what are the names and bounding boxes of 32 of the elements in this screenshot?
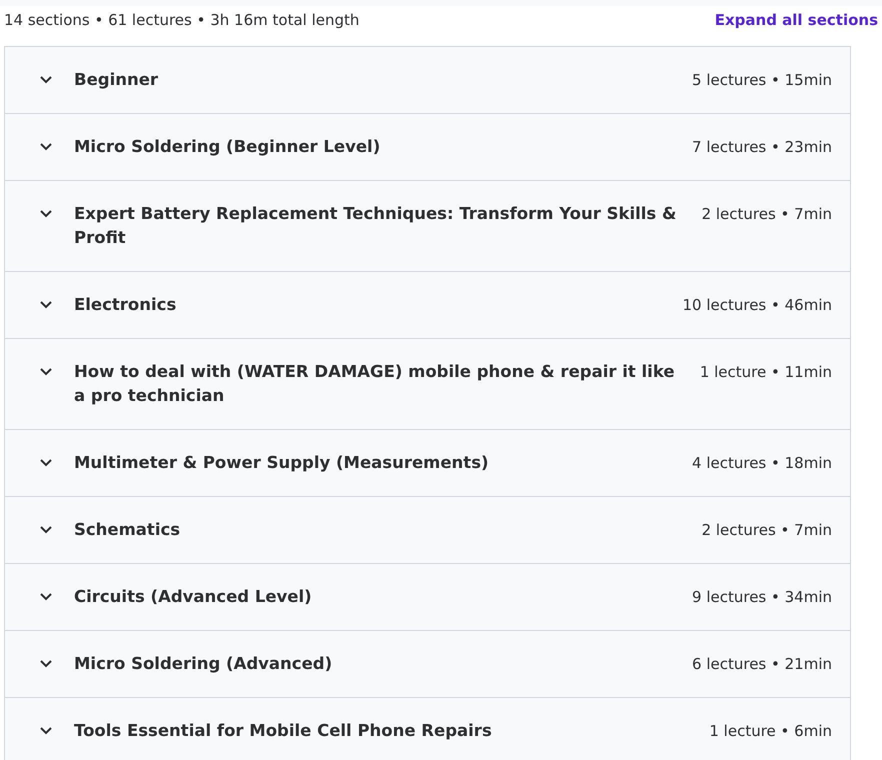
section-header[interactable]: Micro Soldering (Advanced) 6 lectures • 21min bbox=[5, 631, 850, 698]
section-header[interactable]: Circuits (Advanced Level) 9 lectures • 34min bbox=[5, 564, 850, 631]
section-meta: 1 lecture • 11min bbox=[700, 362, 832, 383]
section-header[interactable]: Beginner 5 lectures • 15min bbox=[5, 47, 850, 114]
section-header[interactable]: Electronics 10 lectures • 46min bbox=[5, 272, 850, 339]
section-meta: 9 lectures • 34min bbox=[692, 587, 832, 608]
section-header[interactable]: Expert Battery Replacement Techniques: Transform Your Skills & Profit 2 lectures • 7min bbox=[5, 181, 850, 272]
section-title: Micro Soldering (Beginner Level) bbox=[74, 136, 382, 158]
section-meta: 2 lectures • 7min bbox=[702, 204, 832, 225]
section-meta: 5 lectures • 15min bbox=[692, 70, 832, 91]
section-title: Expert Battery Replacement Techniques: Transform Your Skills & Profit bbox=[74, 203, 678, 249]
section-title: Multimeter & Power Supply (Measurements) bbox=[74, 452, 490, 474]
section-meta: 1 lecture • 6min bbox=[709, 721, 832, 742]
section-header[interactable]: How to deal with (WATER DAMAGE) mobile phone & repair it like a pro technician 1 lecture • 11min bbox=[5, 339, 850, 430]
section-header[interactable]: Schematics 2 lectures • 7min bbox=[5, 497, 850, 564]
section-header[interactable]: Tools Essential for Mobile Cell Phone Repairs 1 lecture • 6min bbox=[5, 698, 850, 760]
section-title: How to deal with (WATER DAMAGE) mobile phone & repair it like a pro technician bbox=[74, 361, 676, 407]
section-header[interactable]: Micro Soldering (Beginner Level) 7 lectures • 23min bbox=[5, 114, 850, 181]
section-meta: 2 lectures • 7min bbox=[702, 520, 832, 541]
section-title: Micro Soldering (Advanced) bbox=[74, 653, 334, 675]
section-meta: 4 lectures • 18min bbox=[692, 453, 832, 474]
section-title: Tools Essential for Mobile Cell Phone Repairs bbox=[74, 720, 493, 742]
section-meta: 6 lectures • 21min bbox=[692, 654, 832, 675]
section-title: Electronics bbox=[74, 294, 178, 316]
section-meta: 10 lectures • 46min bbox=[682, 295, 832, 316]
section-title: Schematics bbox=[74, 519, 182, 541]
section-header[interactable]: Multimeter & Power Supply (Measurements) 4 lectures • 18min bbox=[5, 430, 850, 497]
section-title: Circuits (Advanced Level) bbox=[74, 586, 313, 608]
section-title: Beginner bbox=[74, 69, 160, 91]
section-meta: 7 lectures • 23min bbox=[692, 137, 832, 158]
course-summary: 14 sections • 61 lectures • 3h 16m total length bbox=[4, 10, 360, 31]
expand-all-link[interactable]: Expand all sections bbox=[714, 8, 878, 32]
